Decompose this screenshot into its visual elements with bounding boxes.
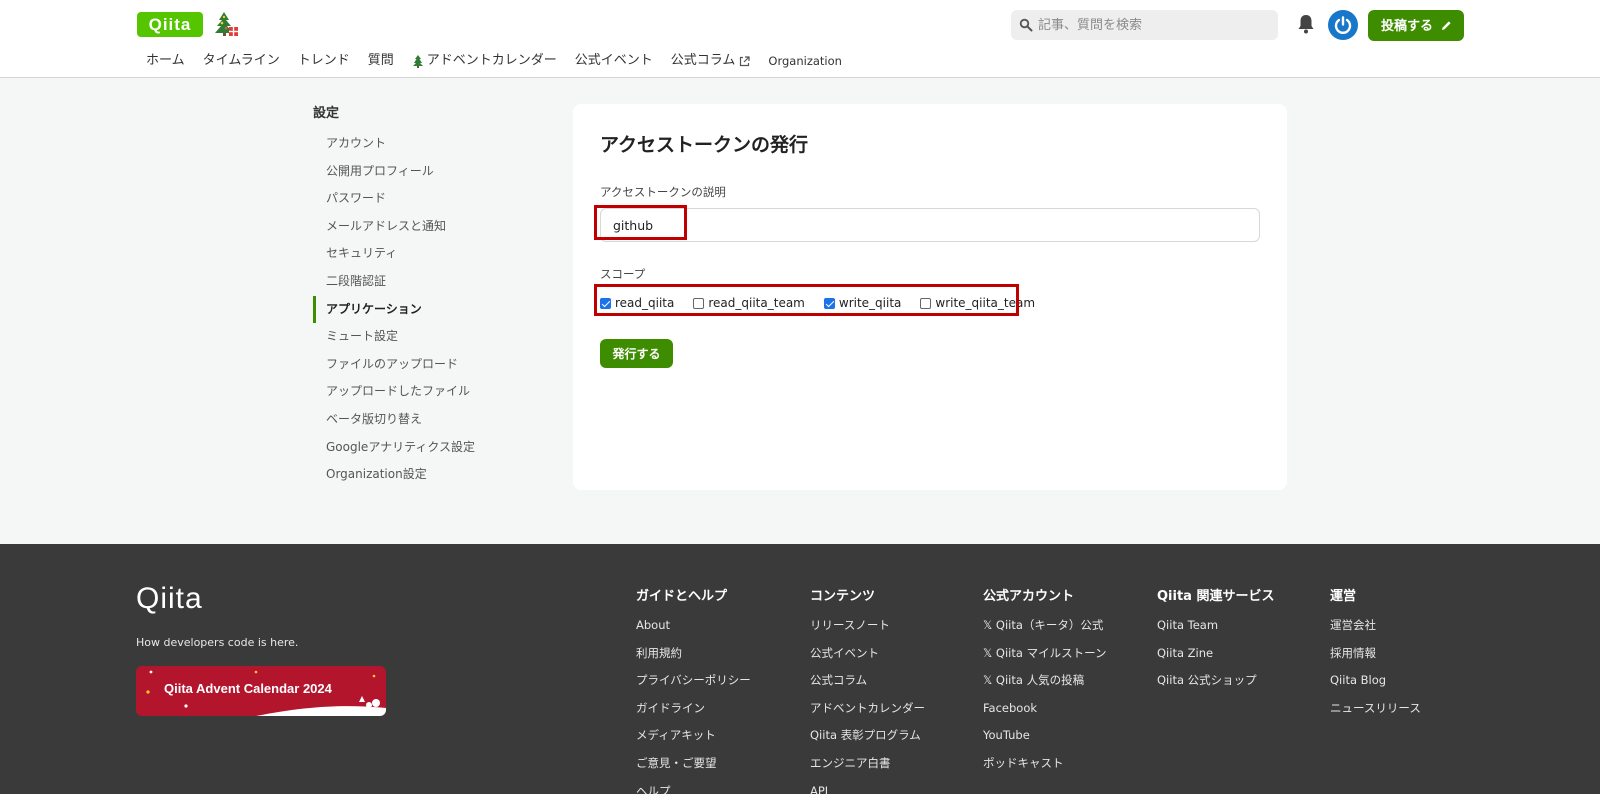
footer-link[interactable]: API <box>810 781 925 794</box>
nav-home[interactable]: ホーム <box>137 50 194 72</box>
nav-official-column[interactable]: 公式コラム <box>662 50 760 72</box>
external-link-icon <box>740 55 751 66</box>
issue-token-button[interactable]: 発行する <box>600 339 673 368</box>
write-qiita-checkbox[interactable] <box>823 297 835 309</box>
site-header: Qiita 投稿する ホーム タイムライン トレンド 質問 <box>0 0 1600 78</box>
notification-bell-icon[interactable] <box>1296 13 1316 35</box>
sidebar-list: アカウント 公開用プロフィール パスワード メールアドレスと通知 セキュリティ … <box>313 130 543 489</box>
footer-link[interactable]: 採用情報 <box>1330 643 1421 671</box>
footer-column-contents: コンテンツ リリースノート 公式イベント 公式コラム アドベントカレンダー Qi… <box>810 586 925 794</box>
footer-link[interactable]: ご意見・ご要望 <box>636 753 751 781</box>
post-button-label: 投稿する <box>1381 18 1434 33</box>
sidebar-item-organization[interactable]: Organization設定 <box>313 461 543 489</box>
sidebar-item-two-factor[interactable]: 二段階認証 <box>313 268 543 296</box>
footer-link[interactable]: エンジニア白書 <box>810 753 925 781</box>
footer-column-title: コンテンツ <box>810 589 876 604</box>
footer-link[interactable]: アドベントカレンダー <box>810 698 925 726</box>
nav-official-events[interactable]: 公式イベント <box>566 50 662 72</box>
footer-column-title: 公式アカウント <box>983 589 1075 604</box>
power-icon <box>1334 16 1352 34</box>
footer-column-title: ガイドとヘルプ <box>636 589 728 604</box>
sidebar-item-account[interactable]: アカウント <box>313 130 543 158</box>
user-avatar[interactable] <box>1328 10 1358 40</box>
footer-link[interactable]: YouTube <box>983 725 1107 753</box>
footer-link[interactable]: 公式コラム <box>810 670 925 698</box>
footer-link[interactable]: ガイドライン <box>636 698 751 726</box>
sidebar-item-beta[interactable]: ベータ版切り替え <box>313 406 543 434</box>
sidebar-item-security[interactable]: セキュリティ <box>313 240 543 268</box>
sidebar-item-file-upload[interactable]: ファイルのアップロード <box>313 351 543 379</box>
global-nav: ホーム タイムライン トレンド 質問 アドベントカレンダー 公式イベント 公式コ… <box>137 50 851 72</box>
footer-link[interactable]: メディアキット <box>636 725 751 753</box>
footer-link[interactable]: Qiita Zine <box>1157 643 1274 671</box>
footer-column-guide: ガイドとヘルプ About 利用規約 プライバシーポリシー ガイドライン メディ… <box>636 586 751 794</box>
scope-write-qiita-team[interactable]: write_qiita_team <box>920 296 1035 310</box>
footer-tagline: How developers code is here. <box>136 636 299 649</box>
christmas-tree-icon <box>412 54 423 68</box>
footer-link[interactable]: 公式イベント <box>810 643 925 671</box>
footer-column-title: Qiita 関連サービス <box>1157 589 1275 604</box>
sidebar-item-mute[interactable]: ミュート設定 <box>313 323 543 351</box>
footer-link[interactable]: Qiita Blog <box>1330 670 1421 698</box>
footer-link[interactable]: Facebook <box>983 698 1107 726</box>
christmas-tree-icon <box>215 12 238 36</box>
sidebar-item-google-analytics[interactable]: Googleアナリティクス設定 <box>313 434 543 462</box>
footer-link[interactable]: About <box>636 615 751 643</box>
search-box[interactable] <box>1011 10 1278 40</box>
footer-link[interactable]: リリースノート <box>810 615 925 643</box>
sidebar-item-applications[interactable]: アプリケーション <box>313 295 543 324</box>
footer-link[interactable]: Qiita 公式ショップ <box>1157 670 1274 698</box>
footer-link[interactable]: 𝕏 Qiita 人気の投稿 <box>983 670 1107 698</box>
search-icon <box>1019 18 1033 32</box>
description-label: アクセストークンの説明 <box>600 185 726 199</box>
scope-read-qiita[interactable]: read_qiita <box>600 296 674 310</box>
footer-link[interactable]: 運営会社 <box>1330 615 1421 643</box>
nav-timeline[interactable]: タイムライン <box>194 50 289 72</box>
footer-link[interactable]: 𝕏 Qiita マイルストーン <box>983 643 1107 671</box>
write-qiita-team-checkbox[interactable] <box>920 297 932 309</box>
footer-link[interactable]: プライバシーポリシー <box>636 670 751 698</box>
settings-sidebar: 設定 アカウント 公開用プロフィール パスワード メールアドレスと通知 セキュリ… <box>313 103 543 489</box>
access-token-card: アクセストークンの発行 アクセストークンの説明 スコープ read_qiita … <box>573 104 1287 490</box>
footer-link[interactable]: ヘルプ <box>636 781 751 794</box>
page-title: アクセストークンの発行 <box>600 134 809 156</box>
footer-logo[interactable]: Qiita <box>136 582 203 616</box>
footer-link[interactable]: Qiita Team <box>1157 615 1274 643</box>
nav-organization[interactable]: Organization <box>759 50 851 72</box>
qiita-logo[interactable]: Qiita <box>137 12 203 37</box>
sidebar-title: 設定 <box>313 106 340 121</box>
footer-column-related-services: Qiita 関連サービス Qiita Team Qiita Zine Qiita… <box>1157 586 1274 698</box>
scope-label: スコープ <box>600 267 646 281</box>
scope-write-qiita[interactable]: write_qiita <box>823 296 901 310</box>
site-footer: Qiita How developers code is here. Qiita… <box>0 544 1600 794</box>
read-qiita-team-checkbox[interactable] <box>693 297 705 309</box>
description-input[interactable] <box>600 208 1260 242</box>
pencil-icon <box>1442 21 1451 30</box>
nav-advent-calendar[interactable]: アドベントカレンダー <box>403 50 566 72</box>
footer-column-title: 運営 <box>1330 589 1357 604</box>
scope-checkbox-group: read_qiita read_qiita_team write_qiita w… <box>600 288 1054 318</box>
footer-column-official-accounts: 公式アカウント 𝕏 Qiita（キータ）公式 𝕏 Qiita マイルストーン 𝕏… <box>983 586 1107 781</box>
advent-banner-text: Qiita Advent Calendar 2024 <box>164 681 332 696</box>
nav-questions[interactable]: 質問 <box>359 50 403 72</box>
sidebar-item-uploaded-files[interactable]: アップロードしたファイル <box>313 378 543 406</box>
footer-column-operation: 運営 運営会社 採用情報 Qiita Blog ニュースリリース <box>1330 586 1421 725</box>
nav-trend[interactable]: トレンド <box>289 50 359 72</box>
footer-link[interactable]: ニュースリリース <box>1330 698 1421 726</box>
sidebar-item-email-notification[interactable]: メールアドレスと通知 <box>313 213 543 241</box>
footer-link[interactable]: 𝕏 Qiita（キータ）公式 <box>983 615 1107 643</box>
sidebar-item-public-profile[interactable]: 公開用プロフィール <box>313 158 543 186</box>
footer-link[interactable]: ポッドキャスト <box>983 753 1107 781</box>
search-input[interactable] <box>1038 10 1273 40</box>
read-qiita-checkbox[interactable] <box>600 297 611 309</box>
footer-link[interactable]: Qiita 表彰プログラム <box>810 725 925 753</box>
footer-link[interactable]: 利用規約 <box>636 643 751 671</box>
scope-read-qiita-team[interactable]: read_qiita_team <box>693 296 805 310</box>
sidebar-item-password[interactable]: パスワード <box>313 185 543 213</box>
advent-calendar-banner[interactable]: Qiita Advent Calendar 2024 <box>136 666 386 716</box>
post-button[interactable]: 投稿する <box>1368 10 1464 41</box>
